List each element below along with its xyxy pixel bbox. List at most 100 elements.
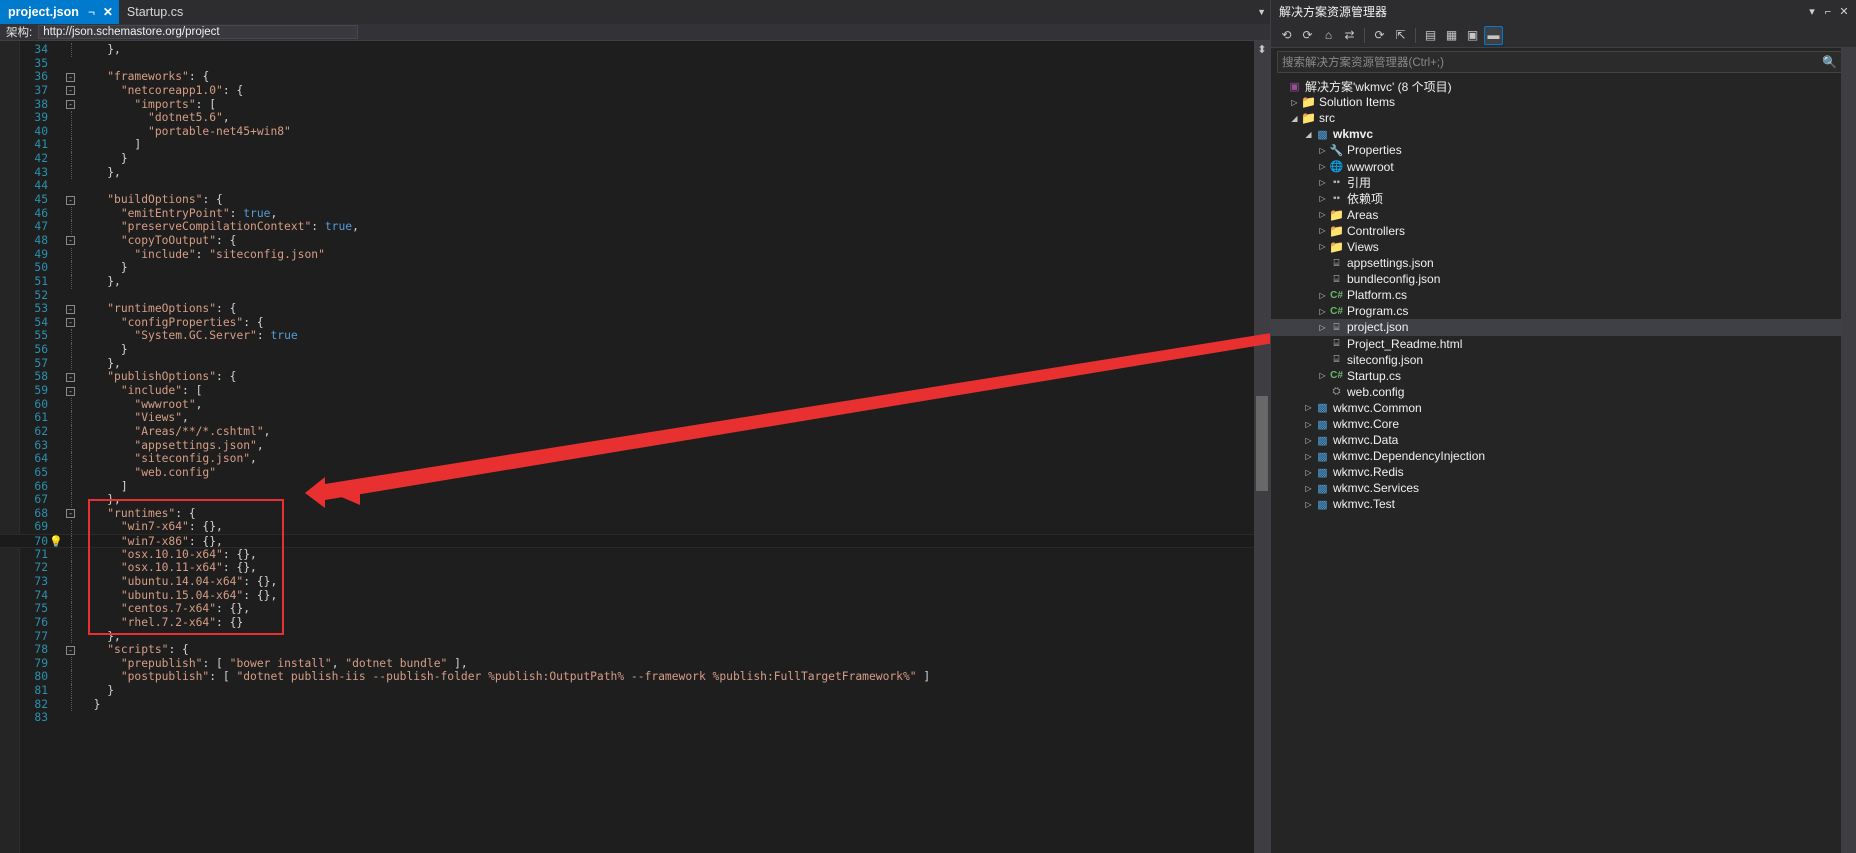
code-line[interactable]: 62 "Areas/**/*.cshtml", [0,424,1270,439]
code-line[interactable]: 40 "portable-net45+win8" [0,124,1270,139]
tree-item[interactable]: ▷ ▩ wkmvc.Common [1271,400,1856,416]
tab-project-json[interactable]: project.json ⌐ ✕ [0,0,119,24]
tree-item[interactable]: ▷ ▩ wkmvc.Data [1271,432,1856,448]
collapse-arrow-icon[interactable]: ▷ [1303,468,1314,477]
tree-item[interactable]: ⌸ appsettings.json [1271,255,1856,271]
fold-toggle[interactable]: - [66,318,75,328]
collapse-all-icon[interactable]: ⇱ [1391,26,1410,45]
fold-toggle[interactable]: - [66,304,75,314]
collapse-arrow-icon[interactable]: ▷ [1317,323,1328,332]
collapse-arrow-icon[interactable]: ▷ [1317,371,1328,380]
code-line[interactable]: 78 - "scripts": { [0,643,1270,657]
code-line[interactable]: 36 - "frameworks": { [0,70,1270,84]
tree-item[interactable]: ▷ ▩ wkmvc.Test [1271,496,1856,512]
collapse-arrow-icon[interactable]: ▷ [1303,420,1314,429]
code-line[interactable]: 73 "ubuntu.14.04-x64": {}, [0,574,1270,589]
refresh-icon[interactable]: ⟳ [1370,26,1389,45]
code-line[interactable]: 70 💡 "win7-x86": {}, [0,534,1270,549]
code-line[interactable]: 46 "emitEntryPoint": true, [0,206,1270,221]
fold-toggle[interactable]: - [66,386,75,396]
tree-item[interactable]: ◢ 📁 src [1271,110,1856,126]
tree-item[interactable]: ▷ 🔧 Properties [1271,142,1856,158]
collapse-arrow-icon[interactable]: ▷ [1317,242,1328,251]
tree-item[interactable]: ▷ ⌸ project.json [1271,319,1856,336]
code-line[interactable]: 50 } [0,261,1270,275]
code-line[interactable]: 44 [0,179,1270,193]
code-line[interactable]: 61 "Views", [0,411,1270,425]
code-line[interactable]: 37 - "netcoreapp1.0": { [0,84,1270,98]
collapse-arrow-icon[interactable]: ▷ [1317,210,1328,219]
tree-item[interactable]: ▷ 🌐 wwwroot [1271,158,1856,174]
collapse-arrow-icon[interactable]: ▷ [1317,178,1328,187]
tree-item[interactable]: ◢ ▩ wkmvc [1271,126,1856,142]
fold-toggle[interactable]: - [66,372,75,382]
code-line[interactable]: 82 } [0,697,1270,712]
code-line[interactable]: 53 - "runtimeOptions": { [0,302,1270,316]
lightbulb-icon[interactable]: 💡 [49,535,63,548]
code-line[interactable]: 51 }, [0,274,1270,289]
code-line[interactable]: 58 - "publishOptions": { [0,370,1270,384]
tree-item[interactable]: ⌸ siteconfig.json [1271,352,1856,368]
code-line[interactable]: 39 "dotnet5.6", [0,111,1270,125]
solution-tree[interactable]: ▣ 解决方案'wkmvc' (8 个项目) ▷ 📁 Solution Items ◢ 📁 sr… [1271,75,1856,513]
home-icon[interactable]: ⌂ [1319,26,1338,45]
sync-icon[interactable]: ⇄ [1340,26,1359,45]
code-line[interactable]: 65 "web.config" [0,465,1270,480]
code-line[interactable]: 60 "wwwroot", [0,397,1270,412]
code-line[interactable]: 42 } [0,152,1270,166]
fold-toggle[interactable]: - [66,645,75,655]
tree-item[interactable]: ▷ C# Program.cs [1271,303,1856,319]
forward-icon[interactable]: ⟳ [1298,26,1317,45]
collapse-arrow-icon[interactable]: ▷ [1303,452,1314,461]
code-line[interactable]: 48 - "copyToOutput": { [0,234,1270,248]
code-editor[interactable]: 34 }, 35 36- "frameworks": {37- "netcoreap… [0,41,1270,853]
code-line[interactable]: 59 - "include": [ [0,384,1270,398]
fold-toggle[interactable]: - [66,236,75,246]
code-line[interactable]: 67 }, [0,493,1270,507]
tree-item[interactable]: ▷ ▪▪ 引用 [1271,175,1856,191]
code-line[interactable]: 80 "postpublish": [ "dotnet publish-iis … [0,670,1270,685]
code-line[interactable]: 75 "centos.7-x64": {}, [0,602,1270,616]
code-line[interactable]: 52 [0,289,1270,303]
tree-item[interactable]: ▷ 📁 Areas [1271,207,1856,223]
tree-item[interactable]: ▷ C# Platform.cs [1271,287,1856,303]
code-line[interactable]: 79 "prepublish": [ "bower install", "dot… [0,656,1270,671]
fold-toggle[interactable]: - [66,86,75,96]
code-line[interactable]: 72 "osx.10.11-x64": {}, [0,561,1270,575]
expand-arrow-icon[interactable]: ◢ [1289,114,1300,123]
collapse-arrow-icon[interactable]: ▷ [1317,162,1328,171]
split-view-handle[interactable]: ⬍ [1256,41,1268,59]
back-icon[interactable]: ⟲ [1277,26,1296,45]
code-line[interactable]: 68 - "runtimes": { [0,507,1270,521]
preview-selected-icon[interactable]: ▣ [1463,26,1482,45]
fold-toggle[interactable]: - [66,195,75,205]
code-line[interactable]: 47 "preserveCompilationContext": true, [0,220,1270,234]
code-line[interactable]: 77 }, [0,629,1270,644]
code-line[interactable]: 38 - "imports": [ [0,98,1270,112]
schema-input[interactable]: http://json.schemastore.org/project [38,25,359,39]
collapse-arrow-icon[interactable]: ▷ [1317,194,1328,203]
code-line[interactable]: 71 "osx.10.10-x64": {}, [0,547,1270,562]
collapse-arrow-icon[interactable]: ▷ [1303,484,1314,493]
expand-arrow-icon[interactable]: ◢ [1303,130,1314,139]
collapse-arrow-icon[interactable]: ▷ [1289,98,1300,107]
code-line[interactable]: 76 "rhel.7.2-x64": {} [0,615,1270,630]
collapse-arrow-icon[interactable]: ▷ [1317,291,1328,300]
code-line[interactable]: 34 }, [0,43,1270,57]
tree-item[interactable]: ⌸ Project_Readme.html [1271,336,1856,352]
code-line[interactable]: 55 "System.GC.Server": true [0,329,1270,344]
code-line[interactable]: 43 }, [0,165,1270,180]
code-line[interactable]: 81 } [0,684,1270,698]
tree-item[interactable]: ▷ ▩ wkmvc.DependencyInjection [1271,448,1856,464]
editor-vertical-scrollbar[interactable]: ⬍ [1254,41,1270,853]
code-line[interactable]: 57 }, [0,356,1270,371]
code-line[interactable]: 66 ] [0,479,1270,494]
tree-item[interactable]: ⛭ web.config [1271,384,1856,400]
code-line[interactable]: 64 "siteconfig.json", [0,452,1270,466]
code-line[interactable]: 35 [0,57,1270,71]
scrollbar-thumb[interactable] [1256,396,1268,491]
solution-explorer-scrollbar[interactable] [1841,48,1856,853]
tree-item[interactable]: ▷ ▩ wkmvc.Core [1271,416,1856,432]
code-line[interactable]: 56 } [0,343,1270,357]
code-line[interactable]: 83 [0,711,1270,725]
